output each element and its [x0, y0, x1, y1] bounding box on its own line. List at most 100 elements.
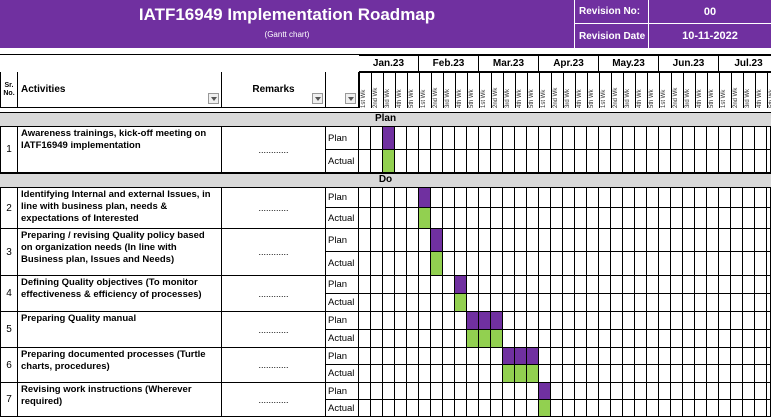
- plan-week-cell[interactable]: [455, 348, 467, 365]
- actual-week-cell[interactable]: [395, 208, 407, 229]
- plan-week-cell[interactable]: [719, 229, 731, 252]
- actual-week-cell[interactable]: [683, 294, 695, 312]
- plan-week-cell[interactable]: [647, 312, 659, 330]
- actual-week-cell[interactable]: [599, 294, 611, 312]
- plan-week-cell[interactable]: [407, 276, 419, 294]
- plan-week-cell[interactable]: [503, 127, 515, 150]
- plan-week-cell[interactable]: [491, 312, 503, 330]
- plan-week-cell[interactable]: [431, 312, 443, 330]
- plan-week-cell[interactable]: [467, 127, 479, 150]
- plan-week-cell[interactable]: [371, 127, 383, 150]
- plan-week-cell[interactable]: [551, 348, 563, 365]
- actual-week-cell[interactable]: [767, 252, 771, 276]
- plan-week-cell[interactable]: [539, 188, 551, 208]
- actual-week-cell[interactable]: [563, 252, 575, 276]
- actual-week-cell[interactable]: [635, 400, 647, 417]
- plan-week-cell[interactable]: [743, 312, 755, 330]
- plan-week-cell[interactable]: [671, 127, 683, 150]
- plan-week-cell[interactable]: [515, 348, 527, 365]
- plan-week-cell[interactable]: [443, 276, 455, 294]
- actual-week-cell[interactable]: [527, 400, 539, 417]
- plan-week-cell[interactable]: [743, 348, 755, 365]
- actual-week-cell[interactable]: [515, 252, 527, 276]
- actual-week-cell[interactable]: [359, 252, 371, 276]
- actual-week-cell[interactable]: [767, 294, 771, 312]
- actual-week-cell[interactable]: [431, 294, 443, 312]
- actual-week-cell[interactable]: [731, 252, 743, 276]
- actual-week-cell[interactable]: [359, 208, 371, 229]
- plan-week-cell[interactable]: [491, 276, 503, 294]
- actual-week-cell[interactable]: [527, 365, 539, 383]
- actual-week-cell[interactable]: [707, 150, 719, 173]
- actual-week-cell[interactable]: [587, 400, 599, 417]
- plan-week-cell[interactable]: [695, 229, 707, 252]
- plan-week-cell[interactable]: [359, 188, 371, 208]
- plan-week-cell[interactable]: [635, 229, 647, 252]
- plan-week-cell[interactable]: [515, 276, 527, 294]
- plan-week-cell[interactable]: [371, 383, 383, 400]
- activities-filter-dropdown-icon[interactable]: [208, 93, 219, 104]
- actual-week-cell[interactable]: [683, 365, 695, 383]
- actual-week-cell[interactable]: [455, 208, 467, 229]
- plan-week-cell[interactable]: [683, 276, 695, 294]
- actual-week-cell[interactable]: [503, 208, 515, 229]
- actual-week-cell[interactable]: [371, 365, 383, 383]
- actual-week-cell[interactable]: [599, 252, 611, 276]
- actual-week-cell[interactable]: [407, 400, 419, 417]
- actual-week-cell[interactable]: [371, 400, 383, 417]
- actual-week-cell[interactable]: [503, 294, 515, 312]
- plan-week-cell[interactable]: [719, 348, 731, 365]
- plan-week-cell[interactable]: [383, 229, 395, 252]
- actual-week-cell[interactable]: [695, 365, 707, 383]
- plan-week-cell[interactable]: [395, 229, 407, 252]
- plan-week-cell[interactable]: [647, 383, 659, 400]
- actual-week-cell[interactable]: [515, 294, 527, 312]
- plan-week-cell[interactable]: [743, 127, 755, 150]
- actual-week-cell[interactable]: [599, 150, 611, 173]
- actual-week-cell[interactable]: [359, 330, 371, 348]
- plan-week-cell[interactable]: [767, 348, 771, 365]
- plan-week-cell[interactable]: [731, 348, 743, 365]
- actual-week-cell[interactable]: [491, 330, 503, 348]
- actual-week-cell[interactable]: [755, 208, 767, 229]
- plan-week-cell[interactable]: [395, 383, 407, 400]
- plan-week-cell[interactable]: [671, 348, 683, 365]
- actual-week-cell[interactable]: [515, 330, 527, 348]
- plan-week-cell[interactable]: [767, 276, 771, 294]
- actual-week-cell[interactable]: [491, 252, 503, 276]
- actual-week-cell[interactable]: [659, 400, 671, 417]
- plan-week-cell[interactable]: [407, 348, 419, 365]
- plan-week-cell[interactable]: [731, 229, 743, 252]
- actual-week-cell[interactable]: [371, 330, 383, 348]
- actual-week-cell[interactable]: [743, 294, 755, 312]
- actual-week-cell[interactable]: [395, 252, 407, 276]
- plan-week-cell[interactable]: [383, 127, 395, 150]
- actual-week-cell[interactable]: [467, 365, 479, 383]
- actual-week-cell[interactable]: [431, 150, 443, 173]
- actual-week-cell[interactable]: [467, 294, 479, 312]
- plan-week-cell[interactable]: [767, 312, 771, 330]
- actual-week-cell[interactable]: [695, 294, 707, 312]
- plan-week-cell[interactable]: [659, 383, 671, 400]
- actual-week-cell[interactable]: [755, 330, 767, 348]
- actual-week-cell[interactable]: [383, 294, 395, 312]
- actual-week-cell[interactable]: [443, 400, 455, 417]
- actual-week-cell[interactable]: [731, 294, 743, 312]
- plan-week-cell[interactable]: [431, 348, 443, 365]
- actual-week-cell[interactable]: [491, 400, 503, 417]
- actual-week-cell[interactable]: [539, 252, 551, 276]
- actual-week-cell[interactable]: [587, 208, 599, 229]
- plan-week-cell[interactable]: [635, 188, 647, 208]
- actual-week-cell[interactable]: [479, 208, 491, 229]
- actual-week-cell[interactable]: [767, 208, 771, 229]
- actual-week-cell[interactable]: [551, 294, 563, 312]
- actual-week-cell[interactable]: [575, 365, 587, 383]
- plan-week-cell[interactable]: [503, 383, 515, 400]
- plan-week-cell[interactable]: [563, 276, 575, 294]
- actual-week-cell[interactable]: [755, 365, 767, 383]
- plan-week-cell[interactable]: [455, 383, 467, 400]
- plan-week-cell[interactable]: [551, 383, 563, 400]
- actual-week-cell[interactable]: [467, 400, 479, 417]
- plan-week-cell[interactable]: [371, 229, 383, 252]
- plan-week-cell[interactable]: [551, 229, 563, 252]
